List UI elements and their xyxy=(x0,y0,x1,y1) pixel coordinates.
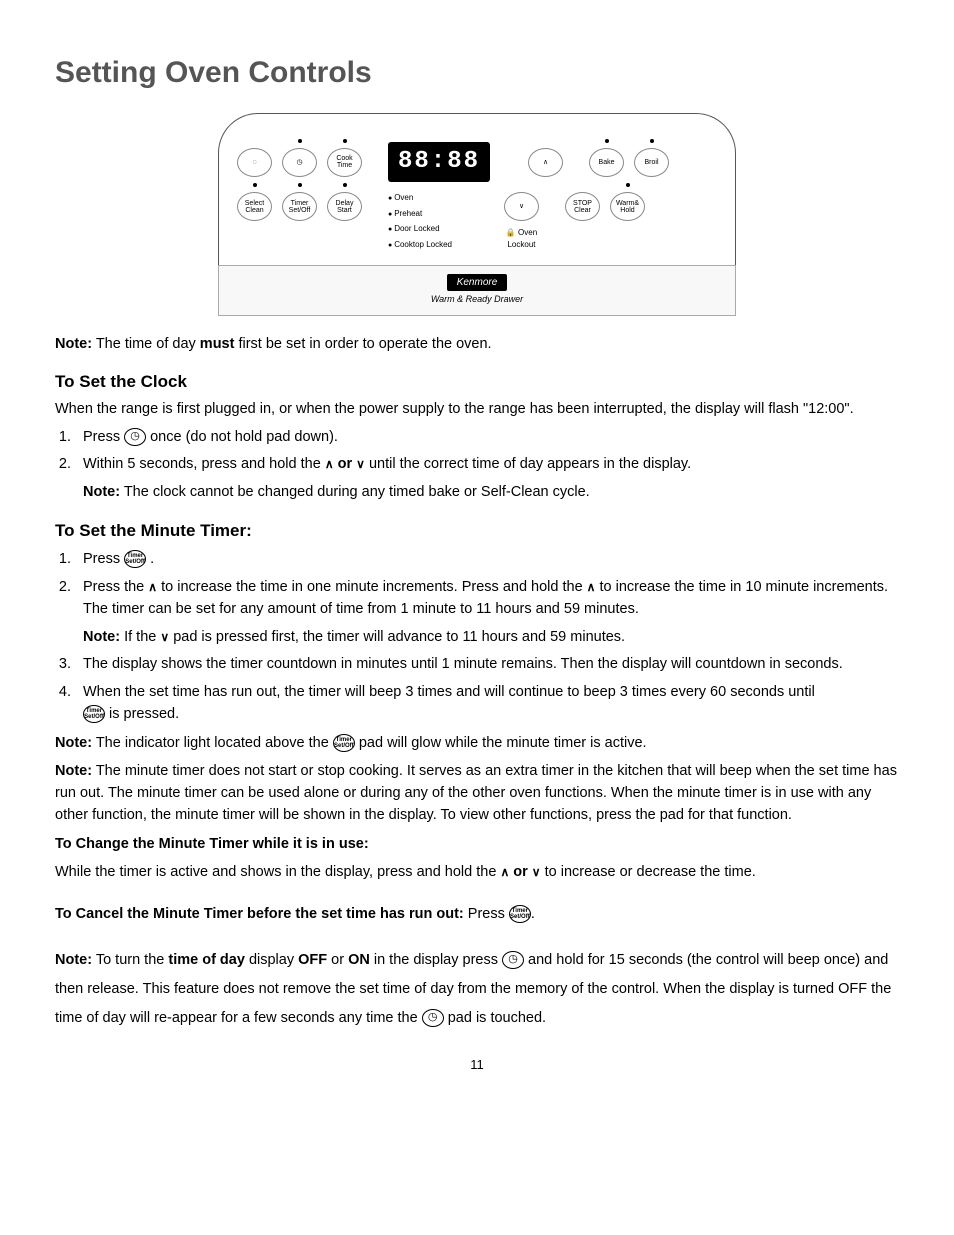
up-arrow-button: ∧ xyxy=(528,148,563,177)
timer-icon: Timer Set/Off xyxy=(333,734,355,752)
light-button-icon: ◌ xyxy=(237,148,272,177)
note-indicator-light: Note: The indicator light located above … xyxy=(55,733,899,755)
down-arrow-button: ∨ xyxy=(504,192,539,221)
clock-icon xyxy=(124,428,146,446)
page-title: Setting Oven Controls xyxy=(55,50,899,95)
up-chevron-icon: ∧ xyxy=(325,457,334,471)
lower-panel: Kenmore Warm & Ready Drawer xyxy=(218,265,736,316)
control-panel-diagram: ◌ ◷ Cook Time 88:88 ∧ Bake Broil Select … xyxy=(55,113,899,316)
down-chevron-icon: ∨ xyxy=(356,457,365,471)
clock-icon xyxy=(422,1009,444,1027)
bake-button: Bake xyxy=(589,148,624,177)
down-chevron-icon: ∨ xyxy=(532,865,541,879)
page-number: 11 xyxy=(55,1055,899,1075)
delay-start-button: Delay Start xyxy=(327,192,362,221)
timer-button: Timer Set/Off xyxy=(282,192,317,221)
minute-timer-step-4: When the set time has run out, the timer… xyxy=(75,682,899,726)
up-chevron-icon: ∧ xyxy=(500,865,509,879)
heading-set-minute-timer: To Set the Minute Timer: xyxy=(55,518,899,544)
minute-timer-step-1: Press Timer Set/Off . xyxy=(75,549,899,571)
set-clock-step-2: Within 5 seconds, press and hold the ∧ o… xyxy=(75,454,899,504)
down-chevron-icon: ∨ xyxy=(160,630,169,644)
select-clean-button: Select Clean xyxy=(237,192,272,221)
cancel-minute-timer-line: To Cancel the Minute Timer before the se… xyxy=(55,904,899,926)
note-minute-timer-behavior: Note: The minute timer does not start or… xyxy=(55,761,899,826)
minute-timer-step-2: Press the ∧ to increase the time in one … xyxy=(75,577,899,648)
timer-icon: Timer Set/Off xyxy=(124,550,146,568)
clock-icon xyxy=(502,951,524,969)
cook-time-button: Cook Time xyxy=(327,148,362,177)
set-clock-step-1: Press once (do not hold pad down). xyxy=(75,427,899,449)
change-minute-timer-text: While the timer is active and shows in t… xyxy=(55,862,899,884)
brand-label: Kenmore xyxy=(447,274,508,291)
status-indicator-list: Oven Preheat Door Locked Cooktop Locked xyxy=(388,192,478,251)
note-time-of-day-display-toggle: Note: To turn the time of day display OF… xyxy=(55,946,899,1033)
set-clock-intro: When the range is first plugged in, or w… xyxy=(55,399,899,421)
note-time-of-day-required: Note: The time of day must first be set … xyxy=(55,334,899,356)
up-chevron-icon: ∧ xyxy=(148,580,157,594)
oven-lockout-icon: 🔒 Oven Lockout xyxy=(506,227,537,251)
clock-display: 88:88 xyxy=(388,142,490,182)
heading-change-minute-timer: To Change the Minute Timer while it is i… xyxy=(55,834,899,856)
drawer-label: Warm & Ready Drawer xyxy=(431,294,523,304)
timer-icon: Timer Set/Off xyxy=(509,905,531,923)
minute-timer-step-3: The display shows the timer countdown in… xyxy=(75,654,899,676)
heading-set-clock: To Set the Clock xyxy=(55,369,899,395)
broil-button: Broil xyxy=(634,148,669,177)
clock-button-icon: ◷ xyxy=(282,148,317,177)
warm-hold-button: Warm& Hold xyxy=(610,192,645,221)
timer-icon: Timer Set/Off xyxy=(83,705,105,723)
stop-clear-button: STOP Clear xyxy=(565,192,600,221)
